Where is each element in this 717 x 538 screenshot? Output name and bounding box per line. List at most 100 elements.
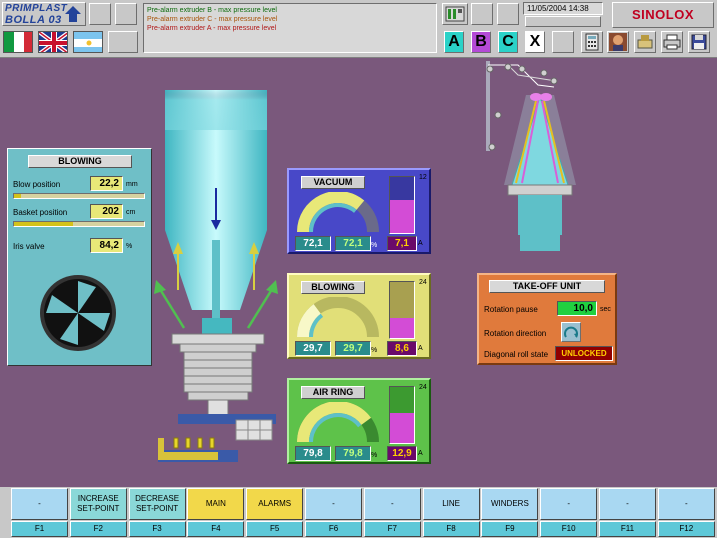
function-key-f9[interactable]: WINDERS F9 (481, 488, 539, 537)
function-key-label[interactable]: INCREASE SET-POINT (69, 488, 127, 520)
blowing-setpoint[interactable]: 29,7 (295, 341, 331, 356)
iris-valve-unit: % (126, 243, 133, 250)
basket-position-value[interactable]: 202 (90, 204, 123, 219)
vacuum-amp-unit: A (418, 240, 423, 247)
function-key-code[interactable]: F9 (481, 521, 539, 537)
basket-position-fill (14, 222, 73, 226)
blank-button-5[interactable] (497, 3, 519, 25)
basket-position-unit: cm (126, 209, 136, 216)
function-key-label[interactable]: DECREASE SET-POINT (128, 488, 186, 520)
function-key-code[interactable]: F8 (422, 521, 480, 537)
function-key-label[interactable]: LINE (422, 488, 480, 520)
function-key-label[interactable]: - (599, 488, 656, 520)
extruder-c-button[interactable]: C (498, 31, 518, 53)
function-key-f3[interactable]: DECREASE SET-POINT F3 (128, 488, 186, 537)
function-key-label[interactable]: MAIN (187, 488, 245, 520)
air-ring-actual: 79,8 (335, 446, 371, 461)
function-key-label[interactable]: WINDERS (481, 488, 539, 520)
iris-valve-value[interactable]: 84,2 (90, 238, 123, 253)
function-key-f5[interactable]: ALARMS F5 (246, 488, 304, 537)
blowing-actual: 29,7 (335, 341, 371, 356)
function-key-f7[interactable]: - F7 (363, 488, 421, 537)
rotation-direction-icon (564, 326, 578, 338)
vacuum-current-tank (389, 176, 415, 234)
function-key-f4[interactable]: MAIN F4 (187, 488, 245, 537)
rotation-pause-value[interactable]: 10,0 (557, 301, 597, 316)
function-key-code[interactable]: F4 (187, 521, 245, 537)
function-key-label[interactable]: - (363, 488, 421, 520)
calculator-icon[interactable] (581, 31, 603, 53)
function-key-label[interactable]: - (11, 488, 68, 520)
air-ring-tank-fill (390, 412, 414, 443)
function-key-code[interactable]: F11 (599, 521, 656, 537)
blow-position-unit: mm (126, 181, 138, 188)
function-key-code[interactable]: F10 (540, 521, 598, 537)
blow-position-value[interactable]: 22,2 (90, 176, 123, 191)
vacuum-setpoint[interactable]: 72,1 (295, 236, 331, 251)
function-key-f10[interactable]: - F10 (540, 488, 598, 537)
function-key-code[interactable]: F7 (363, 521, 421, 537)
sinolox-brand-logo: SINOLOX (612, 2, 714, 28)
top-toolbar: PRIMPLAST BOLLA 03 Pre-alarm extruder B … (0, 0, 717, 58)
function-key-f12[interactable]: - F12 (657, 488, 715, 537)
function-key-bar: - F1 INCREASE SET-POINT F2 DECREASE SET-POIN… (0, 487, 717, 538)
italy-flag-icon[interactable] (3, 31, 33, 53)
iris-valve-label: Iris valve (13, 242, 45, 251)
alarm-message: Pre-alarm extruder B - max pressure leve… (147, 7, 277, 14)
extruder-b-button[interactable]: B (471, 31, 491, 53)
function-key-code[interactable]: F2 (69, 521, 127, 537)
function-key-f1[interactable]: - F1 (11, 488, 68, 537)
vacuum-max-label: 12 (419, 174, 427, 181)
vacuum-gauge-panel: VACUUM 72,1 72,1 % 12 7,1 A (287, 168, 431, 254)
vacuum-title: VACUUM (301, 176, 365, 189)
argentina-flag-icon[interactable] (73, 31, 103, 53)
takeoff-tower-diagram (486, 61, 576, 251)
basket-position-label: Basket position (13, 208, 68, 217)
blowing-gauge-panel: BLOWING 29,7 29,7 % 24 8,6 A (287, 273, 431, 359)
control-panel-icon (445, 6, 465, 22)
function-key-f8[interactable]: LINE F8 (422, 488, 480, 537)
blow-position-label: Blow position (13, 180, 61, 189)
function-key-f6[interactable]: - F6 (305, 488, 362, 537)
function-key-label[interactable]: - (305, 488, 362, 520)
uk-flag-icon[interactable] (38, 31, 68, 53)
rotation-direction-button[interactable] (561, 322, 581, 342)
blank-button-6[interactable] (552, 31, 574, 53)
function-key-code[interactable]: F3 (128, 521, 186, 537)
extruder-x-button[interactable]: X (525, 31, 545, 53)
rotation-pause-label: Rotation pause (484, 305, 538, 314)
date-time-display: 11/05/2004 14:38 (523, 2, 603, 15)
function-key-code[interactable]: F6 (305, 521, 362, 537)
blank-button-4[interactable] (471, 3, 493, 25)
air-ring-gauge-panel: AIR RING 79,8 79,8 % 24 12,9 A (287, 378, 431, 464)
printer-icon[interactable] (661, 31, 683, 53)
air-ring-amp-unit: A (418, 450, 423, 457)
blank-button-2[interactable] (115, 3, 137, 25)
film-bubble-diagram (154, 90, 278, 462)
vacuum-current: 7,1 (387, 236, 417, 251)
function-key-label[interactable]: - (657, 488, 715, 520)
function-key-code[interactable]: F12 (657, 521, 715, 537)
operator-photo-icon[interactable] (607, 31, 629, 53)
settings-machine-icon[interactable] (634, 31, 656, 53)
function-key-f2[interactable]: INCREASE SET-POINT F2 (69, 488, 127, 537)
function-key-label[interactable]: - (540, 488, 598, 520)
takeoff-unit-panel: TAKE-OFF UNIT Rotation pause 10,0 sec Ro… (477, 273, 617, 365)
function-key-f11[interactable]: - F11 (599, 488, 656, 537)
blank-button-3[interactable] (108, 31, 138, 53)
iris-valve-icon (40, 275, 116, 351)
air-ring-setpoint[interactable]: 79,8 (295, 446, 331, 461)
rotation-direction-label: Rotation direction (484, 329, 547, 338)
save-disk-icon[interactable] (688, 31, 710, 53)
function-key-label[interactable]: ALARMS (246, 488, 304, 520)
extruder-a-button[interactable]: A (444, 31, 464, 53)
function-key-code[interactable]: F5 (246, 521, 304, 537)
panel-switch-button[interactable] (442, 3, 468, 25)
logo-line1: PRIMPLAST (5, 3, 68, 14)
blank-button-1[interactable] (89, 3, 111, 25)
vacuum-arc-gauge (297, 192, 379, 233)
blowing-current: 8,6 (387, 341, 417, 356)
basket-position-bar (13, 221, 145, 227)
function-key-code[interactable]: F1 (11, 521, 68, 537)
blank-strip (525, 16, 601, 27)
